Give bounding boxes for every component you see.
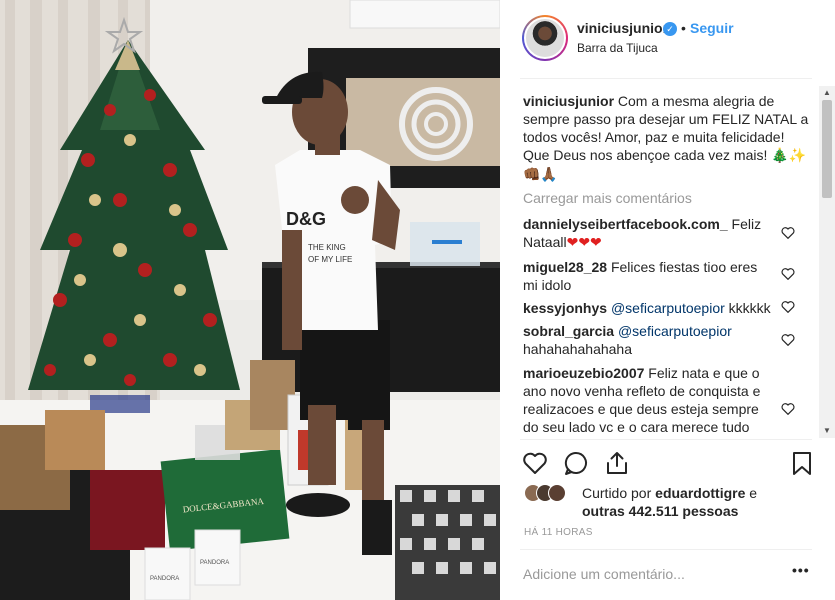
caption: viniciusjunior Com a mesma alegria de se… (523, 92, 813, 184)
share-icon[interactable] (604, 450, 630, 476)
comment-item: miguel28_28 Felices fiestas tioo eres mi… (523, 258, 768, 294)
comment-text: hahahahahahaha (523, 341, 633, 357)
shirt-text-3: OF MY LIFE (308, 255, 352, 264)
comments-scrollbar[interactable]: ▲ ▼ (819, 86, 835, 438)
post-username[interactable]: viniciusjunior (577, 20, 668, 36)
comment-like-heart-icon[interactable] (781, 300, 795, 313)
comment-username[interactable]: kessyjonhys (523, 300, 607, 316)
liker-avatar[interactable] (548, 484, 566, 502)
separator-dot: • (681, 20, 686, 36)
likes-others[interactable]: outras 442.511 pessoas (582, 503, 738, 519)
scrollbar-thumb[interactable] (822, 100, 832, 198)
likes-summary: Curtido por eduardottigre e outras 442.5… (524, 484, 814, 524)
comment-username[interactable]: dannielyseibertfacebook.com_ (523, 216, 728, 232)
post-side-panel: viniciusjunior ✓ • Seguir Barra da Tijuc… (500, 0, 835, 600)
comment-like-heart-icon[interactable] (781, 267, 795, 280)
avatar-image (524, 17, 566, 59)
scroll-up-arrow-icon[interactable]: ▲ (822, 86, 832, 100)
comment-emoji: ❤❤❤ (566, 235, 602, 251)
load-more-comments-button[interactable]: Carregar mais comentários (523, 190, 692, 206)
follow-button[interactable]: Seguir (690, 20, 734, 36)
comment-username[interactable]: miguel28_28 (523, 259, 607, 275)
post-location[interactable]: Barra da Tijuca (577, 41, 658, 55)
comment-username[interactable]: sobral_garcia (523, 323, 614, 339)
comment-mention[interactable]: @seficarputoepior (611, 300, 725, 316)
likes-prefix: Curtido por (582, 485, 652, 501)
action-bar (500, 440, 835, 480)
comment-item: sobral_garcia @seficarputoepior hahahaha… (523, 322, 768, 358)
photo-illustration: DOLCE&GABBANA PANDORA PANDORA D&G THE KI… (0, 0, 500, 600)
comment-divider (520, 549, 812, 550)
comment-like-heart-icon[interactable] (781, 333, 795, 346)
avatar[interactable] (522, 15, 568, 61)
comment-text: kkkkkk (728, 300, 771, 316)
comments-list[interactable]: viniciusjunior Com a mesma alegria de se… (500, 86, 835, 438)
post-photo[interactable]: DOLCE&GABBANA PANDORA PANDORA D&G THE KI… (0, 0, 500, 600)
comment-mention[interactable]: @seficarputoepior (618, 323, 732, 339)
add-comment-input[interactable]: Adicione um comentário... (523, 566, 685, 582)
likes-text: Curtido por eduardottigre e outras 442.5… (582, 484, 822, 520)
pandora-text-2: PANDORA (200, 560, 229, 566)
bookmark-icon[interactable] (789, 450, 815, 476)
shirt-text-1: D&G (286, 209, 326, 229)
comment-like-heart-icon[interactable] (781, 226, 795, 239)
heart-icon[interactable] (522, 450, 548, 476)
post-timestamp[interactable]: HÁ 11 HORAS (524, 527, 593, 538)
likes-user[interactable]: eduardottigre (655, 485, 745, 501)
verified-badge-icon: ✓ (663, 22, 677, 36)
comment-item: kessyjonhys @seficarputoepior kkkkkk (523, 299, 773, 317)
comment-username[interactable]: marioeuzebio2007 (523, 365, 644, 381)
comment-like-heart-icon[interactable] (781, 402, 795, 415)
more-options-button[interactable]: ••• (792, 562, 810, 578)
post-header: viniciusjunior ✓ • Seguir Barra da Tijuc… (500, 0, 835, 78)
scroll-down-arrow-icon[interactable]: ▼ (822, 424, 832, 438)
comment-item: dannielyseibertfacebook.com_ Feliz Nataa… (523, 215, 768, 252)
comment-icon[interactable] (563, 450, 589, 476)
pandora-text: PANDORA (150, 576, 179, 582)
comment-item: marioeuzebio2007 Feliz nata e que o ano … (523, 364, 771, 436)
caption-username[interactable]: viniciusjunior (523, 93, 614, 109)
likes-connector: e (749, 485, 758, 501)
shirt-text-2: THE KING (308, 243, 346, 252)
header-divider (520, 78, 812, 79)
